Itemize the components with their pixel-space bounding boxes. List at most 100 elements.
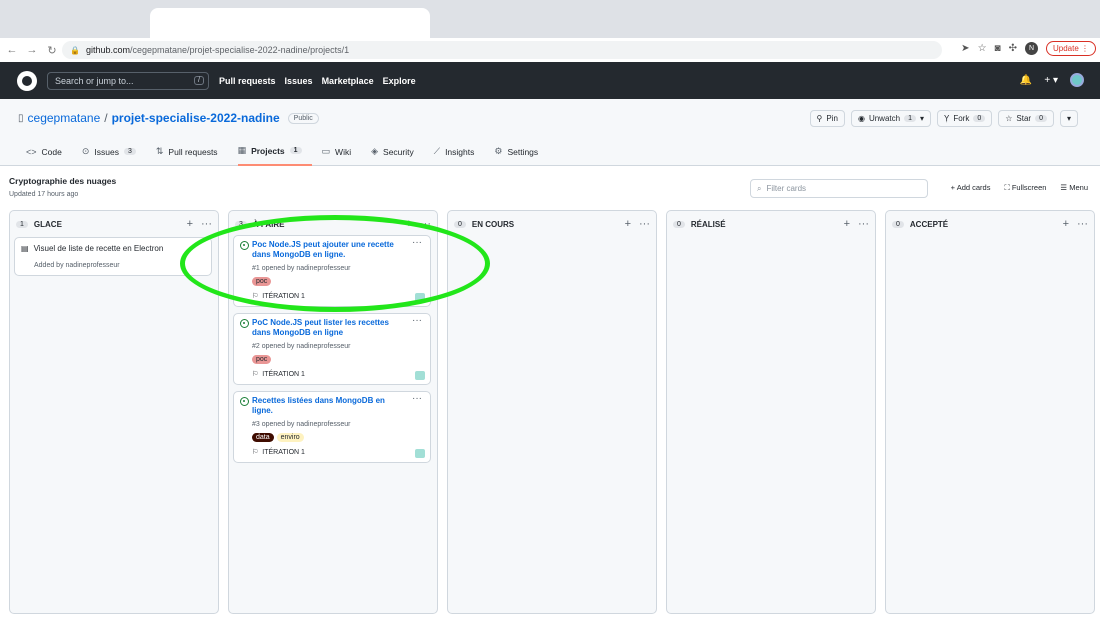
search-input[interactable]: Search or jump to... /	[47, 71, 209, 90]
card-menu-icon[interactable]: ···	[412, 237, 422, 248]
graph-icon: ⟋	[433, 146, 441, 156]
reload-icon[interactable]: ↻	[44, 44, 60, 57]
star-icon: ☆	[1005, 114, 1013, 123]
tab-label: Code	[41, 146, 62, 157]
column-a-faire: 3 À FAIRE + ··· Poc Node.JS peut ajouter …	[228, 210, 438, 614]
add-card-plus-icon[interactable]: +	[1063, 218, 1069, 230]
update-button[interactable]: Update ⋮	[1045, 41, 1096, 56]
search-shortcut-key: /	[194, 76, 204, 85]
menu-button[interactable]: ☰ Menu	[1060, 183, 1088, 193]
gear-icon: ⚙	[494, 146, 503, 156]
tab-code[interactable]: <> Code	[26, 142, 72, 166]
milestone-icon: ⚐	[252, 293, 259, 300]
add-cards-button[interactable]: + Add cards	[951, 183, 991, 193]
assignee-avatar[interactable]	[415, 293, 425, 302]
iteration-label[interactable]: ITÉRATION 1	[262, 293, 305, 300]
tab-security[interactable]: ◈ Security	[371, 142, 424, 166]
issue-card[interactable]: PoC Node.JS peut lister les recettes dan…	[233, 313, 431, 385]
label-data[interactable]: data	[252, 433, 274, 442]
tab-label: Pull requests	[168, 146, 218, 157]
column-count: 0	[673, 220, 685, 228]
nav-pull-requests[interactable]: Pull requests	[219, 76, 276, 86]
tab-insights[interactable]: ⟋ Insights	[434, 142, 485, 166]
forward-icon[interactable]: →	[24, 44, 40, 56]
iteration: ⚐ ITÉRATION 1	[252, 448, 305, 457]
tab-label: Issues	[94, 146, 119, 157]
label-poc[interactable]: poc	[252, 355, 272, 364]
label-poc[interactable]: poc	[252, 277, 272, 286]
filter-cards-input[interactable]: ⌕ Filter cards	[750, 179, 928, 198]
note-card[interactable]: ▤ Visuel de liste de recette en Electron…	[14, 237, 212, 276]
user-avatar[interactable]	[1070, 73, 1084, 87]
repo-owner-link[interactable]: cegepmatane	[28, 111, 101, 125]
unwatch-label: Unwatch	[868, 114, 901, 123]
add-card-plus-icon[interactable]: +	[844, 218, 850, 230]
repo-name-link[interactable]: projet-specialise-2022-nadine	[112, 111, 280, 125]
assignee-avatar[interactable]	[415, 371, 425, 380]
github-logo-icon[interactable]	[17, 70, 37, 91]
iteration-label[interactable]: ITÉRATION 1	[262, 449, 305, 456]
header-nav: Pull requests Issues Marketplace Explore	[219, 76, 416, 86]
add-card-plus-icon[interactable]: +	[625, 218, 631, 230]
pin-button[interactable]: ⚲ Pin	[809, 110, 845, 127]
project-updated: Updated 17 hours ago	[9, 191, 79, 198]
project-header: Cryptographie des nuages Updated 17 hour…	[0, 166, 1100, 206]
tab-wiki[interactable]: ▭ Wiki	[322, 142, 362, 166]
note-meta: Added by nadineprofesseur	[34, 262, 120, 269]
issue-card[interactable]: Poc Node.JS peut ajouter une recette dan…	[233, 235, 431, 307]
star-dropdown-button[interactable]: ▾	[1059, 110, 1078, 127]
tab-label: Settings	[507, 146, 539, 157]
issue-title-link[interactable]: Recettes listées dans MongoDB en ligne.	[240, 396, 400, 416]
column-count: 0	[892, 220, 904, 228]
star-button[interactable]: ☆ Star 0	[998, 110, 1054, 127]
github-header: Search or jump to... / Pull requests Iss…	[0, 62, 1100, 99]
back-icon[interactable]: ←	[4, 44, 20, 56]
issue-title-link[interactable]: Poc Node.JS peut ajouter une recette dan…	[240, 240, 400, 260]
tab-projects[interactable]: ▦ Projects 1	[237, 142, 312, 166]
fork-button[interactable]: Ỵ Fork 0	[936, 110, 993, 127]
star-count: 0	[1035, 115, 1047, 122]
label-enviro[interactable]: enviro	[276, 433, 304, 442]
column-count: 0	[454, 220, 466, 228]
browser-tab[interactable]	[150, 8, 430, 38]
iteration-label[interactable]: ITÉRATION 1	[262, 371, 305, 378]
share-icon[interactable]: ➤	[961, 43, 969, 54]
column-count: 3	[235, 220, 247, 228]
camera-icon[interactable]: ◙	[995, 43, 1001, 54]
bookmark-star-icon[interactable]: ☆	[978, 43, 987, 54]
fullscreen-button[interactable]: ⛶ Fullscreen	[1004, 183, 1046, 193]
assignee-avatar[interactable]	[415, 449, 425, 458]
watch-count: 1	[904, 115, 916, 122]
extensions-icon[interactable]: ✣	[1009, 43, 1017, 54]
profile-avatar[interactable]: N	[1024, 42, 1038, 55]
nav-explore[interactable]: Explore	[383, 76, 416, 86]
add-card-plus-icon[interactable]: +	[406, 218, 412, 230]
column-menu-icon[interactable]: ···	[639, 218, 650, 230]
column-menu-icon[interactable]: ···	[858, 218, 869, 230]
repo-actions: ⚲ Pin ◉ Unwatch 1 ▾ Ỵ Fork 0 ☆ Star 0 ▾	[809, 110, 1078, 127]
add-card-plus-icon[interactable]: +	[187, 218, 193, 230]
project-title[interactable]: Cryptographie des nuages	[9, 176, 116, 186]
issue-title-link[interactable]: PoC Node.JS peut lister les recettes dan…	[240, 318, 400, 338]
column-menu-icon[interactable]: ···	[1077, 218, 1088, 230]
card-menu-icon[interactable]: ···	[412, 393, 422, 404]
column-menu-icon[interactable]: ···	[201, 218, 212, 230]
search-placeholder: Search or jump to...	[55, 75, 134, 86]
repo-icon: ▯	[18, 112, 24, 124]
unwatch-button[interactable]: ◉ Unwatch 1 ▾	[850, 110, 931, 127]
notifications-bell-icon[interactable]: 🔔	[1020, 75, 1032, 86]
column-name: EN COURS	[471, 219, 515, 229]
tab-issues[interactable]: ⊙ Issues 3	[82, 142, 146, 166]
tab-label: Insights	[445, 146, 475, 157]
create-new-plus-icon[interactable]: + ▾	[1044, 75, 1058, 86]
issue-labels: poc	[252, 355, 272, 364]
nav-marketplace[interactable]: Marketplace	[322, 76, 374, 86]
column-menu-icon[interactable]: ···	[420, 218, 431, 230]
issue-card[interactable]: Recettes listées dans MongoDB en ligne. …	[233, 391, 431, 463]
tab-settings[interactable]: ⚙ Settings	[494, 142, 548, 166]
address-bar[interactable]: 🔒 github.com/cegepmatane/projet-speciali…	[62, 41, 942, 59]
tab-pull-requests[interactable]: ⇅ Pull requests	[156, 142, 228, 166]
column-header: 0 ACCEPTÉ + ···	[892, 217, 1088, 231]
nav-issues[interactable]: Issues	[285, 76, 313, 86]
card-menu-icon[interactable]: ···	[412, 315, 422, 326]
